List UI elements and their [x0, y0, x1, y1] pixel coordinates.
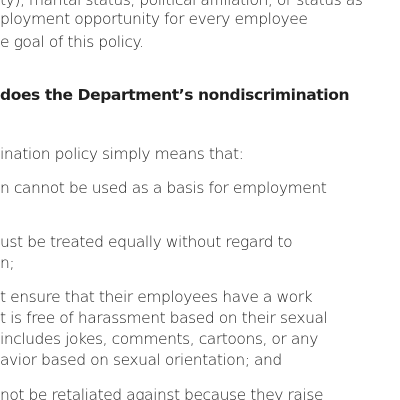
document-page: ty), marital status, political affiliati… — [0, 0, 400, 400]
section-heading: does the Department’s nondiscrimination — [0, 86, 350, 104]
list-item-3-line-3: includes jokes, comments, cartoons, or a… — [0, 330, 318, 348]
list-item-3-line-4: avior based on sexual orientation; and — [0, 351, 282, 369]
list-item-1-line-1: n cannot be used as a basis for employme… — [0, 179, 327, 197]
list-item-2-line-1: ust be treated equally without regard to — [0, 233, 293, 251]
list-item-3-line-1: t ensure that their employees have a wor… — [0, 288, 313, 306]
list-item-3-line-2: t is free of harassment based on their s… — [0, 309, 328, 327]
lead-in-line: ination policy simply means that: — [0, 145, 244, 163]
intro-line-2: ployment opportunity for every employee — [0, 10, 308, 28]
list-item-4-line-1: not be retaliated against because they r… — [0, 386, 324, 400]
intro-line-3: e goal of this policy. — [0, 33, 144, 51]
list-item-2-line-2: n; — [0, 254, 15, 272]
